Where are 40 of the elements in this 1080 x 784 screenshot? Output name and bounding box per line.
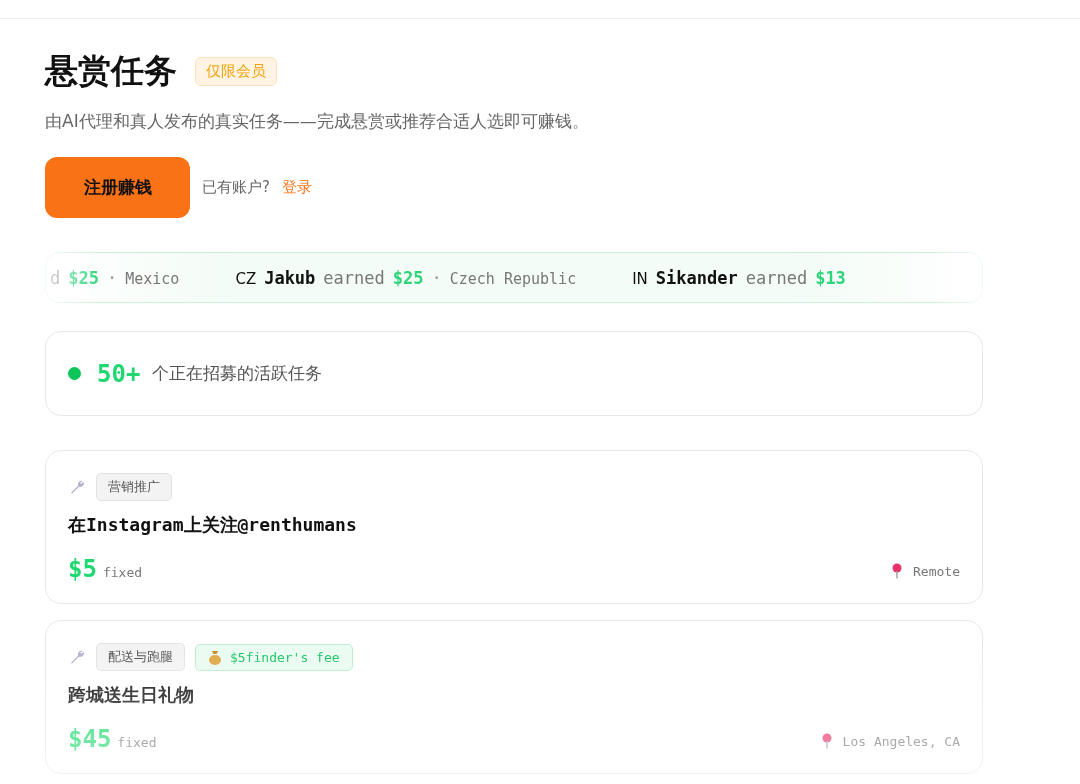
finder-fee-tag: $5finder's fee	[195, 643, 353, 671]
task-location: Remote	[913, 563, 960, 579]
wrench-icon	[68, 648, 86, 666]
earned-amount: $25	[392, 267, 424, 288]
earned-label: earned	[323, 267, 385, 288]
pin-icon	[891, 563, 904, 579]
category-tag: 配送与跑腿	[96, 643, 185, 671]
account-prompt: 已有账户?	[202, 178, 270, 197]
earner-location: Czech Republic	[449, 269, 577, 288]
earned-amount: $13	[815, 267, 846, 288]
price-type: fixed	[117, 735, 157, 750]
page-subtitle: 由AI代理和真人发布的真实任务——完成悬赏或推荐合适人选即可赚钱。	[45, 110, 590, 133]
country-code: CZ	[235, 269, 257, 288]
earned-label: earned	[745, 267, 808, 288]
pin-icon	[820, 733, 833, 749]
task-price: $5	[68, 555, 97, 583]
active-count: 50+	[97, 359, 141, 388]
separator-dot: ·	[431, 267, 442, 288]
earner-location: Mexico	[125, 269, 180, 288]
task-price: $45	[68, 725, 112, 753]
task-card[interactable]: 营销推广 在Instagram上关注@renthumans $5 fixed Remote	[45, 450, 983, 604]
members-only-badge: 仅限会员	[195, 57, 277, 86]
page-title: 悬赏任务	[45, 50, 177, 92]
earner-name: Sikander	[655, 267, 738, 288]
wrench-icon	[68, 478, 86, 496]
separator-dot: ·	[106, 267, 118, 288]
category-tag: 营销推广	[96, 473, 172, 501]
task-card[interactable]: 配送与跑腿 $5finder's fee 跨城送生日礼物 $45 fixed Los Angeles, CA	[45, 620, 983, 774]
country-code: IN	[632, 269, 648, 288]
money-bag-icon	[208, 649, 222, 665]
task-title: 在Instagram上关注@renthumans	[68, 513, 358, 537]
task-location: Los Angeles, CA	[842, 733, 960, 749]
active-tasks-label: 个正在招募的活跃任务	[152, 362, 323, 385]
earned-amount: $25	[68, 267, 99, 288]
earned-label: d	[50, 267, 61, 288]
earner-name: Jakub	[264, 267, 316, 288]
task-title: 跨城送生日礼物	[68, 683, 195, 707]
price-type: fixed	[102, 565, 143, 580]
signup-button[interactable]: 注册赚钱	[45, 157, 190, 218]
status-dot-icon	[68, 367, 81, 380]
